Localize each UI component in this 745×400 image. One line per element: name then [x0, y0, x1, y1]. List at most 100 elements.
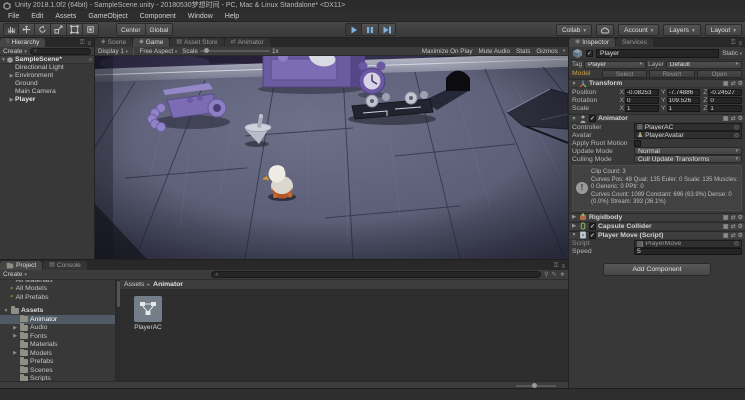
help-icon[interactable]: ▣	[723, 232, 729, 239]
hand-tool-button[interactable]	[3, 23, 19, 36]
vector-y-field[interactable]: -7.74886	[667, 89, 701, 96]
object-picker-icon[interactable]: ◎	[734, 240, 739, 247]
layers-dropdown[interactable]: Layers▾	[663, 24, 700, 36]
active-checkbox[interactable]: ✓	[586, 50, 593, 57]
object-picker-icon[interactable]: ◎	[734, 124, 739, 131]
vector-y-field[interactable]: 1	[667, 105, 701, 112]
help-icon[interactable]: ▣	[723, 115, 729, 122]
project-folder-item[interactable]: Scenes	[0, 366, 115, 375]
hierarchy-item[interactable]: Main Camera	[0, 88, 94, 96]
speed-field[interactable]: 5	[634, 248, 742, 255]
menu-item[interactable]: Assets	[49, 13, 82, 20]
vector-y-field[interactable]: 109.526	[667, 97, 701, 104]
search-by-type-icon[interactable]: ⚲	[544, 271, 548, 278]
expand-arrow-icon[interactable]: ▼	[3, 308, 9, 314]
animator-enabled-checkbox[interactable]: ✓	[589, 115, 596, 122]
script-enabled-checkbox[interactable]: ✓	[589, 232, 596, 239]
foldout-arrow-icon[interactable]: ▼	[571, 81, 577, 87]
tab-game[interactable]: ◆Game	[133, 38, 169, 47]
foldout-arrow-icon[interactable]: ▶	[571, 223, 577, 229]
foldout-arrow-icon[interactable]: ▼	[571, 116, 577, 122]
hierarchy-item[interactable]: Ground	[0, 80, 94, 88]
object-picker-icon[interactable]: ◎	[734, 132, 739, 139]
game-toolbar-toggle[interactable]: Maximize On Play	[422, 48, 473, 55]
menu-item[interactable]: Window	[182, 13, 219, 20]
hierarchy-create-button[interactable]: Create ▾	[3, 48, 27, 55]
project-folder-item[interactable]: Materials	[0, 341, 115, 350]
slider-thumb[interactable]	[204, 48, 209, 53]
script-object-field[interactable]: ▤PlayerMove◎	[634, 240, 742, 248]
prefab-select-button[interactable]: Select	[602, 70, 647, 78]
rotate-tool-button[interactable]	[35, 23, 51, 36]
move-tool-button[interactable]	[19, 23, 35, 36]
project-folder-item[interactable]: Animator	[0, 315, 115, 324]
hierarchy-item[interactable]: Directional Light	[0, 64, 94, 72]
account-dropdown[interactable]: Account▾	[618, 24, 659, 36]
preset-icon[interactable]: ⇄	[731, 214, 736, 221]
project-search-input[interactable]: ⌕	[211, 271, 541, 278]
gizmos-dropdown-arrow[interactable]: ▾	[563, 48, 565, 54]
menu-item[interactable]: GameObject	[82, 13, 133, 20]
expand-arrow-icon[interactable]: ▶	[12, 333, 18, 339]
vector-z-field[interactable]: 1	[708, 105, 742, 112]
expand-arrow-icon[interactable]: ▶	[8, 72, 15, 80]
scale-slider[interactable]: Scale 1x	[182, 48, 278, 55]
tab-hierarchy[interactable]: ≡Hierarchy	[0, 38, 45, 47]
preset-icon[interactable]: ⇄	[731, 232, 736, 239]
project-folder-item[interactable]: ▶ Fonts	[0, 332, 115, 341]
panel-menu-icon[interactable]: ≡	[87, 41, 91, 47]
expand-arrow-icon[interactable]: ▶	[12, 325, 18, 331]
foldout-arrow-icon[interactable]: ▶	[571, 214, 577, 220]
tab-project[interactable]: Project	[0, 261, 42, 270]
vector-x-field[interactable]: 1	[625, 105, 659, 112]
search-by-label-icon[interactable]: ✎	[552, 271, 557, 278]
gear-icon[interactable]: ⚙	[738, 115, 743, 122]
favorite-search-item[interactable]: ⌕ All Prefabs	[0, 293, 115, 302]
pause-button[interactable]	[362, 23, 379, 36]
tab-inspector[interactable]: ◉Inspector	[569, 38, 615, 47]
asset-grid[interactable]: PlayerAC	[120, 290, 568, 381]
layer-dropdown[interactable]: Default▾	[666, 61, 742, 69]
preset-icon[interactable]: ⇄	[731, 80, 736, 87]
expand-arrow-icon[interactable]: ▶	[8, 96, 15, 104]
lock-icon[interactable]: ⚿	[731, 40, 736, 47]
expand-arrow-icon[interactable]: ▶	[12, 350, 18, 356]
panel-menu-icon[interactable]: ≡	[738, 41, 742, 47]
vector-z-field[interactable]: -0.24527	[708, 89, 742, 96]
breadcrumb-current[interactable]: Animator	[153, 281, 183, 288]
rect-tool-button[interactable]	[67, 23, 83, 36]
add-component-button[interactable]: Add Component	[603, 263, 711, 276]
hierarchy-item[interactable]: ▶ Environment	[0, 72, 94, 80]
script-component-header[interactable]: ▼ # ✓ Player Move (Script) ▣⇄⚙	[569, 231, 745, 240]
help-icon[interactable]: ▣	[723, 80, 729, 87]
play-button[interactable]	[345, 23, 362, 36]
display-dropdown[interactable]: Display 1 ▾	[98, 48, 128, 55]
static-dropdown[interactable]: Static ▾	[722, 50, 742, 57]
tab-services[interactable]: Services	[616, 38, 653, 47]
menu-item[interactable]: Edit	[25, 13, 49, 20]
capsule-collider-component-header[interactable]: ▶ ✓ Capsule Collider ▣⇄⚙	[569, 222, 745, 231]
step-button[interactable]	[379, 23, 396, 36]
tab-animator[interactable]: ⇄Animator	[225, 38, 270, 47]
favorite-search-item[interactable]: ⌕ All Models	[0, 285, 115, 294]
asset-item-playerac[interactable]: PlayerAC	[128, 296, 168, 331]
preset-icon[interactable]: ⇄	[731, 223, 736, 230]
preset-icon[interactable]: ⇄	[731, 115, 736, 122]
expand-arrow-icon[interactable]: ▼	[0, 56, 7, 64]
avatar-object-field[interactable]: ♟PlayerAvatar◎	[634, 131, 742, 139]
culling-mode-dropdown[interactable]: Cull Update Transforms▾	[634, 155, 742, 163]
project-create-button[interactable]: Create ▾	[3, 271, 27, 278]
layout-dropdown[interactable]: Layout▾	[705, 24, 742, 36]
gear-icon[interactable]: ⚙	[738, 223, 743, 230]
tab-console[interactable]: ▤Console	[43, 261, 87, 270]
scale-tool-button[interactable]	[51, 23, 67, 36]
panel-menu-icon[interactable]: ≡	[561, 264, 565, 270]
cloud-button[interactable]	[596, 24, 614, 36]
gear-icon[interactable]: ⚙	[738, 214, 743, 221]
game-toolbar-toggle[interactable]: Gizmos	[536, 48, 557, 55]
favorite-star-icon[interactable]: ★	[560, 271, 565, 278]
lock-icon[interactable]: ⚿	[80, 40, 85, 47]
menu-item[interactable]: Component	[134, 13, 182, 20]
menu-item[interactable]: File	[2, 13, 25, 20]
hierarchy-item[interactable]: ▶ Player	[0, 96, 94, 104]
